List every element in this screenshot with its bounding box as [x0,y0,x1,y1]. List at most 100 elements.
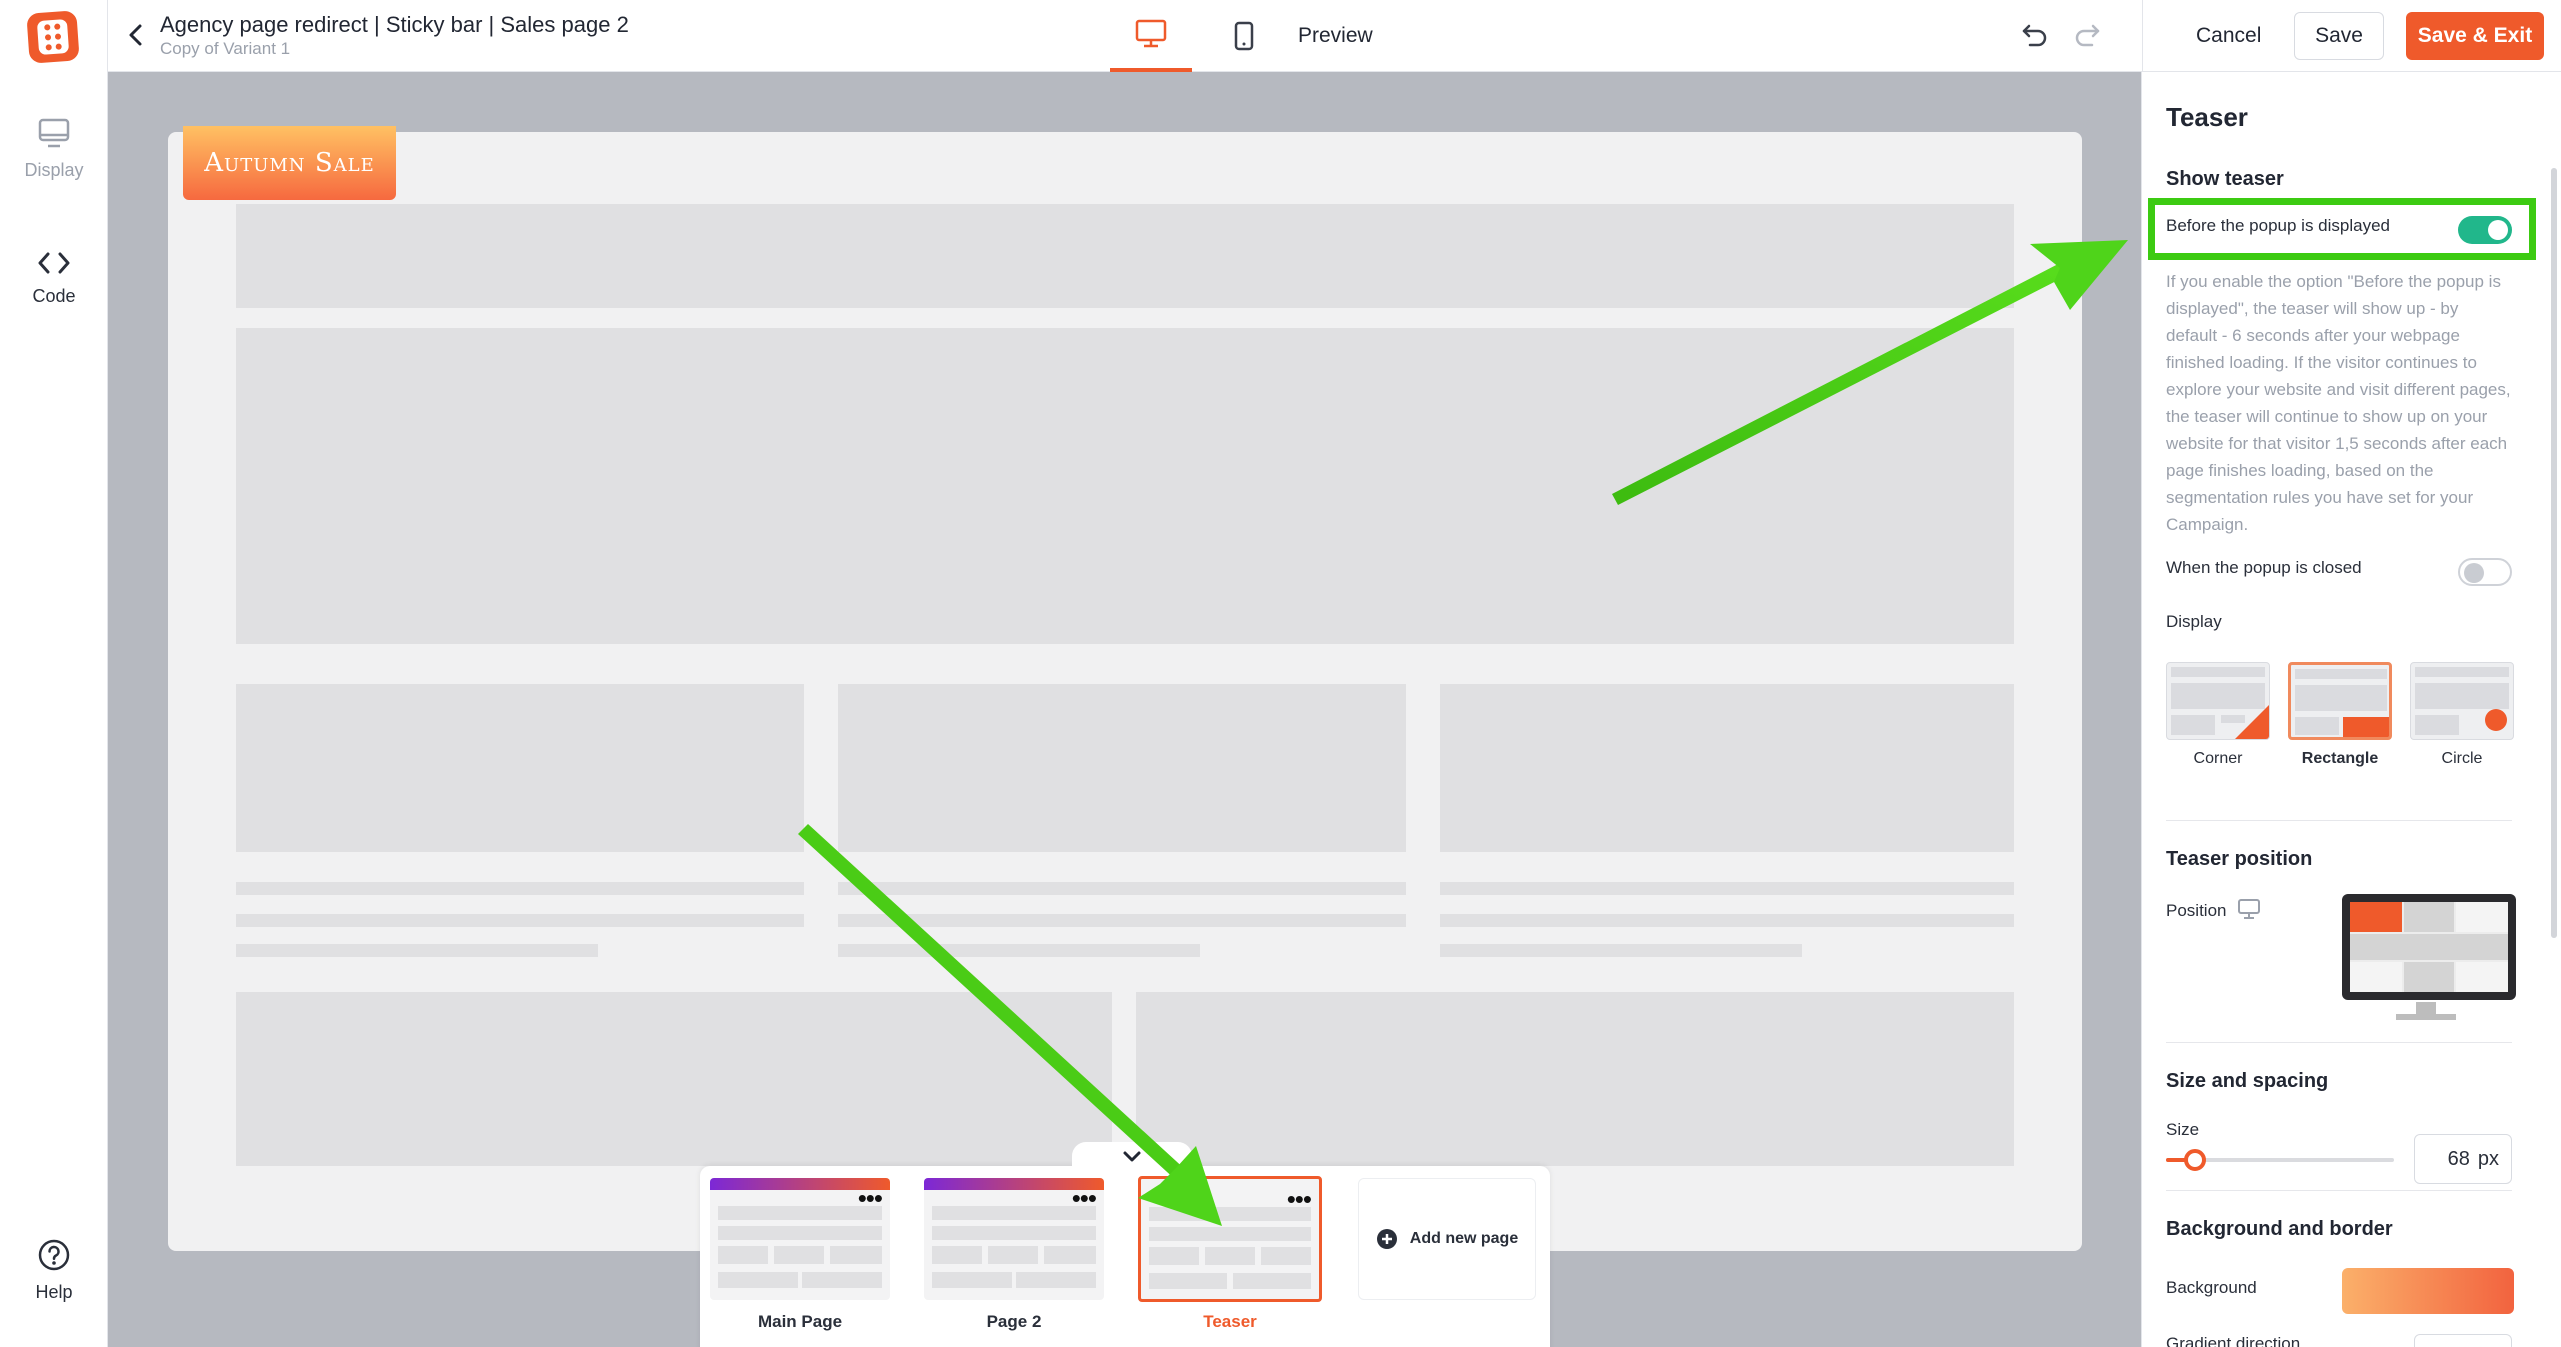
background-border-heading: Background and border [2166,1218,2393,1240]
placeholder-block [1440,684,2014,852]
background-color-swatch[interactable] [2342,1268,2514,1314]
page-thumb-teaser[interactable]: ••• [1138,1176,1322,1302]
redo-button[interactable] [2072,20,2102,55]
page-thumb-page-2[interactable]: ••• [924,1178,1104,1300]
cancel-button[interactable]: Cancel [2178,14,2279,58]
show-teaser-heading: Show teaser [2166,168,2284,190]
logo-mark [36,18,70,56]
placeholder-block [236,204,2014,308]
rail-label-help: Help [35,1282,73,1302]
save-exit-button[interactable]: Save & Exit [2406,12,2544,60]
rail-label-display: Display [24,160,84,180]
chevron-down-icon [1123,1151,1141,1162]
size-label: Size [2166,1120,2200,1139]
save-button[interactable]: Save [2294,12,2384,60]
add-new-page-button[interactable]: Add new page [1358,1178,1536,1300]
position-picker-screen [2350,902,2508,992]
section-divider [2166,1190,2512,1191]
popup-closed-label: When the popup is closed [2166,558,2362,577]
background-label: Background [2166,1278,2257,1297]
display-option-corner[interactable] [2166,662,2270,740]
device-mobile-button[interactable] [1218,0,1270,72]
editor-canvas: Autumn Sale ••• Main Page ••• Page 2 •••… [108,72,2141,1347]
page-thumb-main[interactable]: ••• [710,1178,890,1300]
top-bar: Agency page redirect | Sticky bar | Sale… [108,0,2561,72]
position-label: Position [2166,898,2261,921]
campaign-title: Agency page redirect | Sticky bar | Sale… [160,12,629,37]
placeholder-block [1136,992,2014,1166]
size-input[interactable]: 68 px [2414,1134,2512,1184]
placeholder-line [1440,944,1802,957]
popup-preview[interactable]: Autumn Sale [168,126,2082,1251]
size-value: 68 [2447,1147,2470,1170]
page-label-main: Main Page [757,1312,843,1331]
teaser-position-heading: Teaser position [2166,848,2313,870]
size-slider-handle[interactable] [2184,1149,2206,1171]
undo-button[interactable] [2020,20,2050,55]
more-options-icon[interactable]: ••• [1287,1186,1312,1212]
redo-icon [2075,24,2100,47]
position-cell-top-center[interactable] [2404,902,2454,932]
placeholder-line [838,914,1406,927]
size-spacing-heading: Size and spacing [2166,1070,2329,1092]
page-label-page-2: Page 2 [986,1312,1042,1331]
placeholder-line [236,882,804,895]
placeholder-line [838,882,1406,895]
circle-teaser-shape [2485,709,2507,731]
gradient-direction-label: Gradient direction [2166,1334,2301,1347]
position-cell-bottom-left[interactable] [2350,962,2402,992]
display-option-rectangle[interactable] [2288,662,2392,740]
monitor-stand [2416,1002,2436,1014]
code-icon [38,252,70,274]
rail-item-help[interactable]: Help [0,1238,108,1303]
rail-item-display[interactable]: Display [0,118,108,181]
position-cell-top-right[interactable] [2456,902,2508,932]
toggle-knob [2464,563,2484,583]
help-icon [38,1239,70,1271]
more-options-icon[interactable]: ••• [858,1185,883,1211]
popup-closed-toggle[interactable] [2458,558,2512,586]
placeholder-line [236,944,598,957]
panel-scrollbar-thumb[interactable] [2551,168,2557,938]
position-cell-top-left[interactable] [2350,902,2402,932]
rail-item-code[interactable]: Code [0,250,108,307]
undo-icon [2022,24,2047,47]
position-cell-middle[interactable] [2350,934,2508,960]
placeholder-line [1440,882,2014,895]
corner-teaser-icon [2235,705,2269,739]
placeholder-line [236,914,804,927]
placeholder-block [236,328,2014,644]
size-unit: px [2477,1147,2499,1170]
back-button[interactable] [122,20,150,50]
position-cell-bottom-right[interactable] [2456,962,2508,992]
display-label: Display [2166,612,2222,631]
chevron-left-icon [129,24,142,46]
device-desktop-button[interactable] [1110,0,1192,72]
display-option-rectangle-label: Rectangle [2301,750,2379,767]
placeholder-block [236,992,1112,1166]
position-cell-bottom-center[interactable] [2404,962,2454,992]
display-option-circle-label: Circle [2441,750,2483,767]
panel-title: Teaser [2166,102,2248,132]
section-divider [2166,820,2512,821]
display-icon [38,118,70,148]
app-logo[interactable] [26,10,80,64]
display-option-circle[interactable] [2410,662,2514,740]
placeholder-line [1440,914,2014,927]
position-picker[interactable] [2342,894,2516,1000]
left-rail: Display Code Help [0,0,108,1347]
plus-circle-icon [1376,1229,1397,1249]
display-option-corner-label: Corner [2193,750,2243,767]
desktop-small-icon [2238,899,2261,919]
preview-button[interactable]: Preview [1298,24,1373,48]
add-new-page-label: Add new page [1409,1230,1519,1247]
desktop-icon [1135,19,1167,48]
page-strip-collapse-button[interactable] [1072,1142,1192,1172]
gradient-direction-input[interactable] [2414,1334,2512,1347]
placeholder-block [236,684,804,852]
teaser-badge[interactable]: Autumn Sale [183,126,396,200]
placeholder-line [838,944,1200,957]
more-options-icon[interactable]: ••• [1072,1185,1097,1211]
before-popup-toggle[interactable] [2458,216,2512,244]
page-label-teaser: Teaser [1203,1312,1257,1331]
